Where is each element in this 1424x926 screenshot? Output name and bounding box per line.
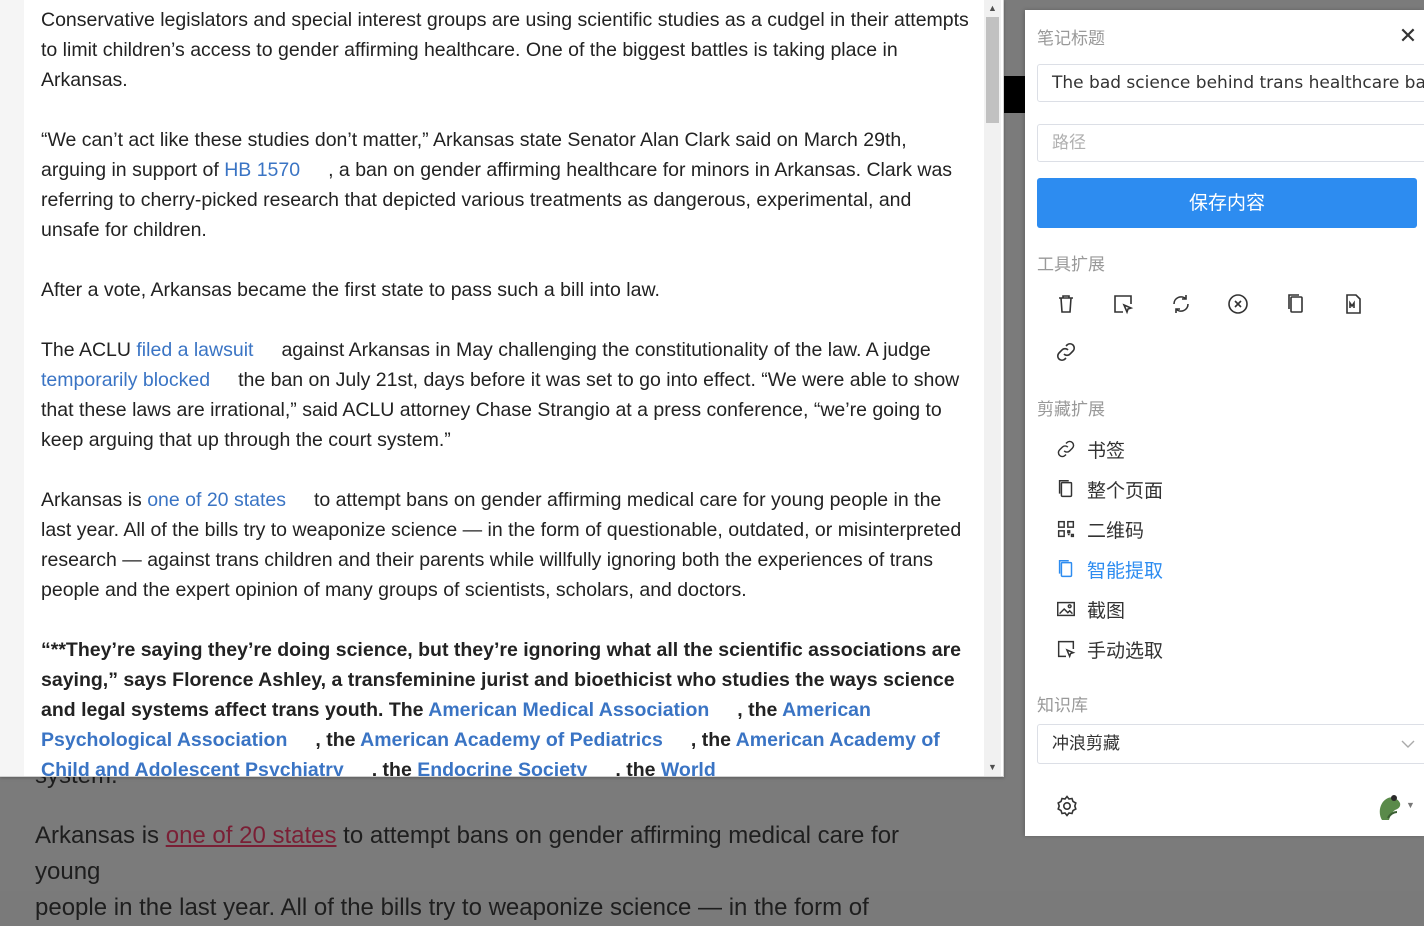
preview-scrollbar[interactable]: ▲ ▼ (984, 0, 1001, 776)
path-input[interactable]: 路径 (1037, 124, 1424, 162)
kb-select[interactable]: 冲浪剪藏 (1037, 724, 1424, 764)
clip-bookmark[interactable]: 书签 (1055, 436, 1125, 462)
select-area-icon (1055, 638, 1077, 660)
article-paragraph: Arkansas is one of 20 states to attempt b… (41, 489, 962, 601)
background-paragraph: Arkansas is one of 20 states to attempt … (35, 822, 900, 921)
article-preview: Conservative legislators and special int… (0, 0, 1004, 777)
refresh-icon[interactable] (1169, 292, 1193, 316)
clip-qrcode[interactable]: 二维码 (1055, 516, 1144, 542)
link-hb1570[interactable]: HB 1570 (224, 159, 328, 181)
gear-icon[interactable] (1055, 794, 1079, 818)
select-area-icon[interactable] (1111, 292, 1135, 316)
link-temporarily-blocked[interactable]: temporarily blocked (41, 369, 238, 391)
article-paragraph: The ACLU filed a lawsuit against Arkansas… (41, 339, 960, 451)
page-icon (1055, 478, 1077, 500)
scroll-down-arrow-icon[interactable]: ▼ (984, 759, 1001, 776)
clip-smart-extract[interactable]: 智能提取 (1055, 556, 1163, 582)
image-icon (1055, 598, 1077, 620)
trash-icon[interactable] (1054, 292, 1078, 316)
link-filed-lawsuit[interactable]: filed a lawsuit (136, 339, 281, 361)
title-input[interactable]: The bad science behind trans healthcare … (1037, 64, 1424, 102)
article-paragraph-bold: “**They’re saying they’re doing science,… (41, 635, 973, 776)
title-label: 笔记标题 (1037, 29, 1105, 49)
preview-gutter (0, 0, 24, 776)
cancel-circle-icon[interactable] (1226, 292, 1250, 316)
clip-screenshot[interactable]: 截图 (1055, 596, 1125, 622)
link-icon (1055, 438, 1077, 460)
clip-label: 剪藏扩展 (1037, 400, 1105, 420)
link-endocrine[interactable]: Endocrine Society (417, 759, 615, 776)
link-20-states[interactable]: one of 20 states (147, 489, 314, 511)
avatar-dropdown-caret-icon[interactable]: ▼ (1406, 800, 1415, 810)
copy-icon[interactable] (1284, 292, 1308, 316)
article-content: Conservative legislators and special int… (41, 5, 973, 776)
background-black-block (1003, 76, 1027, 113)
save-button[interactable]: 保存内容 (1037, 178, 1417, 228)
tools-label: 工具扩展 (1037, 255, 1105, 275)
qrcode-icon (1055, 518, 1077, 540)
clip-full-page[interactable]: 整个页面 (1055, 476, 1163, 502)
link-aap[interactable]: American Academy of Pediatrics (360, 729, 691, 751)
avatar[interactable] (1374, 788, 1404, 822)
clipper-panel: 笔记标题 ✕ The bad science behind trans heal… (1025, 10, 1424, 836)
article-paragraph: After a vote, Arkansas became the first … (41, 279, 660, 301)
scroll-up-arrow-icon[interactable]: ▲ (984, 0, 1001, 17)
link-world[interactable]: World (661, 759, 744, 776)
kb-label: 知识库 (1037, 696, 1088, 716)
link-ama[interactable]: American Medical Association (428, 699, 737, 721)
markdown-file-icon[interactable] (1341, 292, 1365, 316)
link-icon[interactable] (1054, 340, 1078, 364)
scroll-thumb[interactable] (986, 17, 999, 123)
kb-select-value: 冲浪剪藏 (1052, 734, 1120, 754)
page-icon (1055, 558, 1077, 580)
background-link[interactable]: one of 20 states (166, 822, 337, 849)
clip-manual-select[interactable]: 手动选取 (1055, 636, 1163, 662)
close-icon[interactable]: ✕ (1398, 24, 1418, 48)
chevron-down-icon (1400, 725, 1416, 763)
article-paragraph: “We can’t act like these studies don’t m… (41, 129, 953, 241)
article-paragraph: Conservative legislators and special int… (41, 9, 969, 91)
